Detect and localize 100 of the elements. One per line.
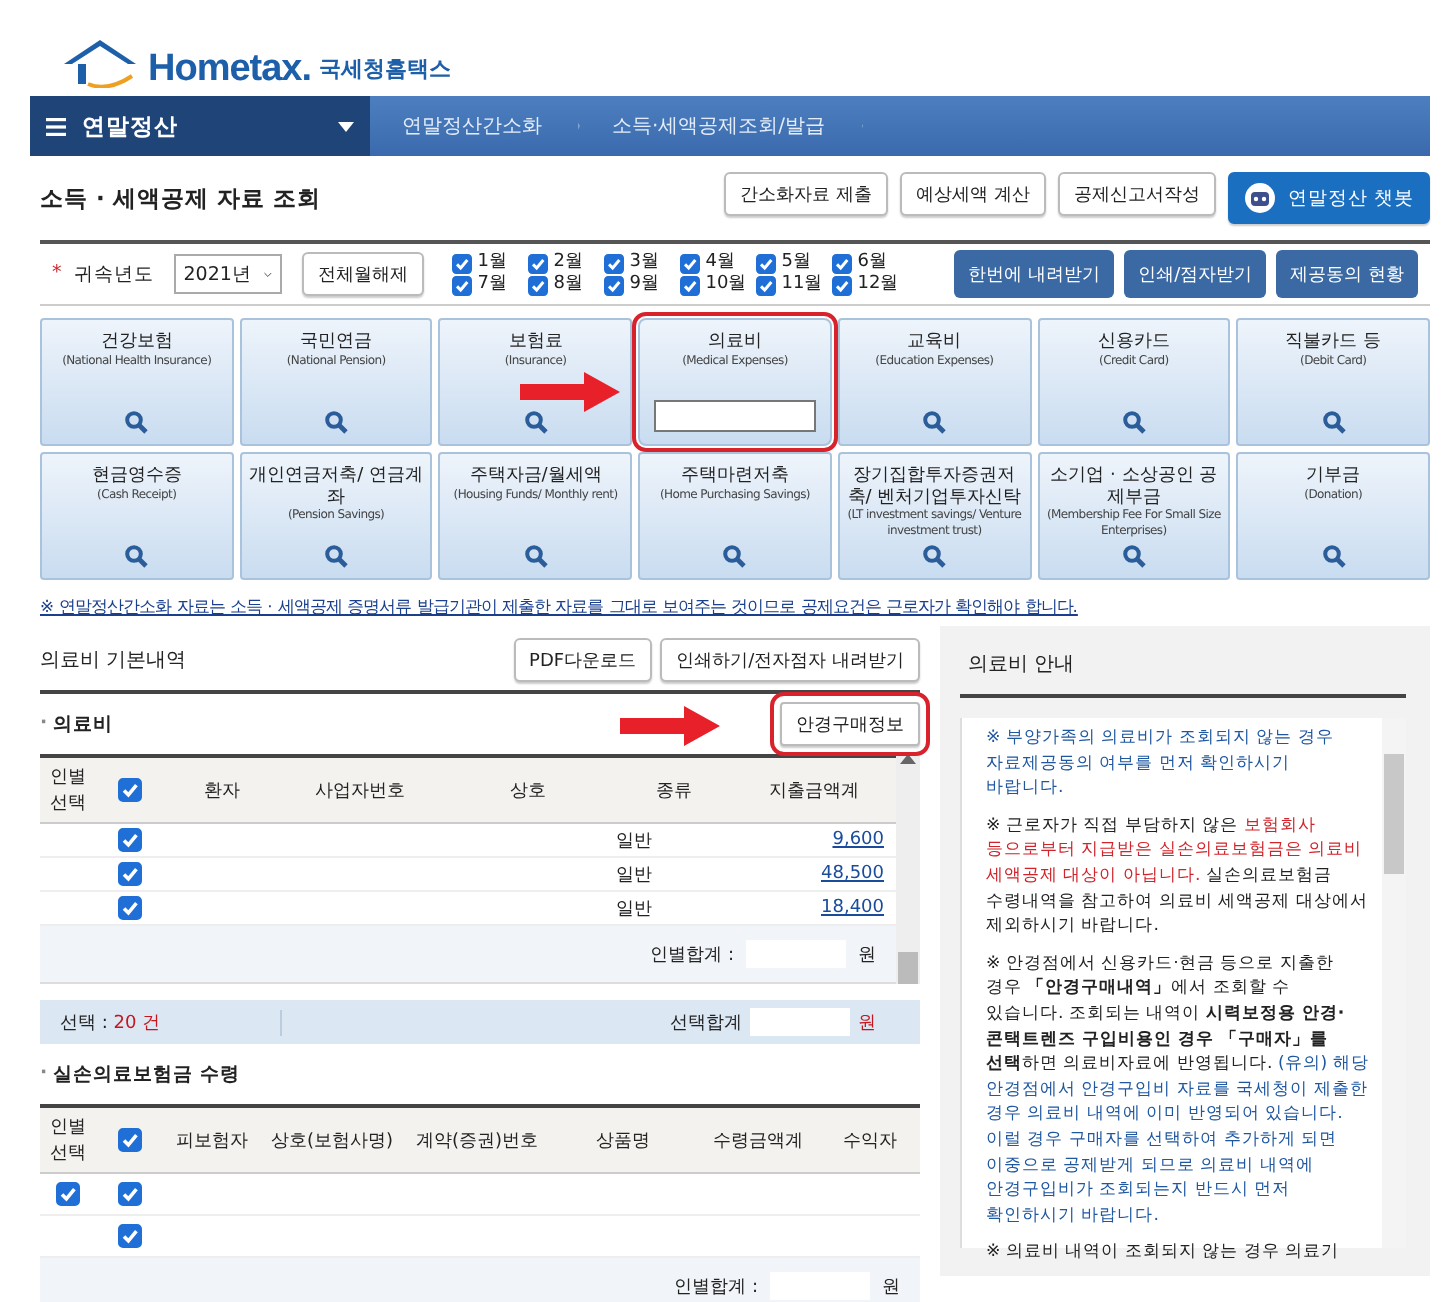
chatbot-button[interactable]: 연말정산 챗봇 xyxy=(1227,172,1430,224)
column-header: 상호(보험사명) xyxy=(270,1129,394,1153)
checkbox[interactable] xyxy=(118,1182,142,1206)
checkbox[interactable] xyxy=(451,275,472,295)
checkbox[interactable] xyxy=(679,253,700,273)
scrollbar[interactable] xyxy=(896,754,920,984)
search-icon[interactable] xyxy=(1321,544,1346,568)
checkbox[interactable] xyxy=(118,1128,142,1152)
search-icon[interactable] xyxy=(124,544,149,568)
search-icon[interactable] xyxy=(124,410,149,434)
page-title: 소득 · 세액공제 자료 조회 xyxy=(40,183,323,213)
currency-unit: 원 xyxy=(882,1275,900,1299)
tile-title: 교육비 xyxy=(905,332,964,353)
amount-link[interactable]: 48,500 xyxy=(821,864,896,884)
column-header: 수익자 xyxy=(843,1129,897,1153)
download-button[interactable]: PDF다운로드 xyxy=(513,638,653,682)
checkbox[interactable] xyxy=(603,275,624,295)
checkbox[interactable] xyxy=(451,253,472,273)
input-field[interactable] xyxy=(653,400,817,432)
arrow-icon xyxy=(520,372,621,412)
tile-title: 소기업 · 소상공인 공제부금 xyxy=(1048,466,1220,508)
header-button[interactable]: 간소화자료 제출 xyxy=(724,172,889,216)
selected-count: 선택 : 20 건 xyxy=(40,1009,282,1035)
tile-title: 주택마련저축 xyxy=(678,466,791,487)
column-header: 피보험자 xyxy=(176,1129,248,1153)
tile-title: 장기집합투자증권저축/ 벤처기업투자신탁 xyxy=(845,466,1024,508)
site-name: 국세청홈택스 xyxy=(319,54,452,84)
notice-link[interactable]: ※ 연말정산간소화 자료는 소득 · 세액공제 증명서류 발급기관이 제출한 자료를 그대로 보여주는 것이므로 공제요건은 근로자가 확인해야 합니다. xyxy=(40,596,1430,618)
checkbox[interactable] xyxy=(831,275,852,295)
bullet: · xyxy=(40,711,48,737)
column-header: 인별 선택 xyxy=(48,766,88,816)
checkbox[interactable] xyxy=(118,778,142,802)
table-cell-text: 일반 xyxy=(616,829,652,853)
scroll-up-icon[interactable] xyxy=(900,754,916,764)
subsection-title: 의료비 xyxy=(53,711,114,737)
tile-title: 의료비 xyxy=(705,332,764,353)
header-button[interactable]: 예상세액 계산 xyxy=(900,172,1046,216)
search-icon[interactable] xyxy=(922,544,947,568)
checkbox[interactable] xyxy=(679,275,700,295)
scroll-thumb[interactable] xyxy=(898,952,918,984)
action-button[interactable]: 인쇄/점자받기 xyxy=(1124,250,1267,298)
guide-paragraph: ※ 부양가족의 의료비가 조회되지 않는 경우 자료제공동의 여부를 먼저 확인하시기 바랍니다. xyxy=(986,726,1336,802)
search-icon[interactable] xyxy=(523,410,548,434)
guide-paragraph: ※ 안경점에서 신용카드·현금 등으로 지출한 경우 「안경구매내역」에서 조회할 수 있습니다. 조회되는 내역이 시력보정용 안경·콘택트렌즈 구입비용인 경우 「구매자」를 선택하면 의료비자료에 반영됩니다. (유의) 해당 안경점에서 안경구입비 자료를 국세청이 제출한 경우 의료비 내역에 이미 반영되어 있습니다. 이럴 경우 구매자를 선택하여 추가하게 되면 이중으로 공제받게 되므로 의료비 내역에 안경구입비가 조회되는지 반드시 먼저 확인하시기 바랍니다. xyxy=(986,951,1370,1229)
clear-months-button[interactable]: 전체월해제 xyxy=(301,252,424,296)
checkbox[interactable] xyxy=(603,253,624,273)
search-icon[interactable] xyxy=(1121,544,1146,568)
checkbox[interactable] xyxy=(831,253,852,273)
checkbox[interactable] xyxy=(118,828,142,852)
caret-icon xyxy=(338,121,354,131)
checkbox[interactable] xyxy=(755,253,776,273)
search-icon[interactable] xyxy=(1121,410,1146,434)
scroll-thumb[interactable] xyxy=(1384,754,1404,874)
amount-link[interactable]: 9,600 xyxy=(832,830,896,850)
month-label: 2월 xyxy=(553,252,583,274)
column-header: 환자 xyxy=(204,779,240,803)
column-header: 상품명 xyxy=(596,1129,650,1153)
action-button[interactable]: 제공동의 현황 xyxy=(1276,250,1418,298)
tile-title: 건강보험 xyxy=(98,332,175,353)
checkbox[interactable] xyxy=(56,1182,80,1206)
breadcrumb-link[interactable]: 소득·세액공제조회/발급 xyxy=(580,96,864,156)
checkbox[interactable] xyxy=(118,896,142,920)
brand-logo: Hometax. xyxy=(148,50,312,88)
checkbox[interactable] xyxy=(118,862,142,886)
menu-button[interactable]: 연말정산 xyxy=(30,96,370,156)
month-label: 3월 xyxy=(629,252,659,274)
search-icon[interactable] xyxy=(324,410,349,434)
checkbox[interactable] xyxy=(118,1224,142,1248)
download-button[interactable]: 인쇄하기/전자점자 내려받기 xyxy=(660,638,920,682)
checkbox[interactable] xyxy=(755,275,776,295)
menu-icon xyxy=(46,117,66,135)
tile-title: 개인연금저축/ 연금계좌 xyxy=(247,466,426,508)
arrow-icon xyxy=(620,706,720,746)
chevron-icon xyxy=(263,269,272,279)
header-button[interactable]: 공제신고서작성 xyxy=(1057,172,1216,216)
search-icon[interactable] xyxy=(722,544,747,568)
action-button[interactable]: 한번에 내려받기 xyxy=(954,250,1115,298)
search-icon[interactable] xyxy=(523,544,548,568)
amount-link[interactable]: 18,400 xyxy=(821,898,896,918)
breadcrumb-link[interactable]: 연말정산간소화 xyxy=(370,96,580,156)
year-select[interactable]: 2021년 xyxy=(173,254,282,294)
checkbox[interactable] xyxy=(527,275,548,295)
search-icon[interactable] xyxy=(1321,410,1346,434)
column-header: 사업자번호 xyxy=(315,779,405,803)
search-icon[interactable] xyxy=(922,410,947,434)
checkbox[interactable] xyxy=(527,253,548,273)
table-cell-text: 일반 xyxy=(616,863,652,887)
subsection-title: 실손의료보험금 수령 xyxy=(53,1061,240,1087)
search-icon[interactable] xyxy=(324,544,349,568)
guide-paragraph: ※ 의료비 내역이 조회되지 않는 경우 의료기 xyxy=(986,1240,1342,1266)
month-label: 9월 xyxy=(629,274,659,296)
selected-sum-label: 선택합계 xyxy=(670,1011,742,1035)
section-title: 의료비 기본내역 xyxy=(40,648,189,674)
column-header: 지출금액계 xyxy=(769,779,859,803)
month-label: 4월 xyxy=(705,252,735,274)
robot-icon xyxy=(1243,182,1276,214)
month-label: 8월 xyxy=(553,274,583,296)
panel-title: 의료비 안내 xyxy=(960,642,1406,698)
column-header: 계약(증권)번호 xyxy=(415,1129,539,1153)
currency-unit: 원 xyxy=(858,1011,876,1035)
